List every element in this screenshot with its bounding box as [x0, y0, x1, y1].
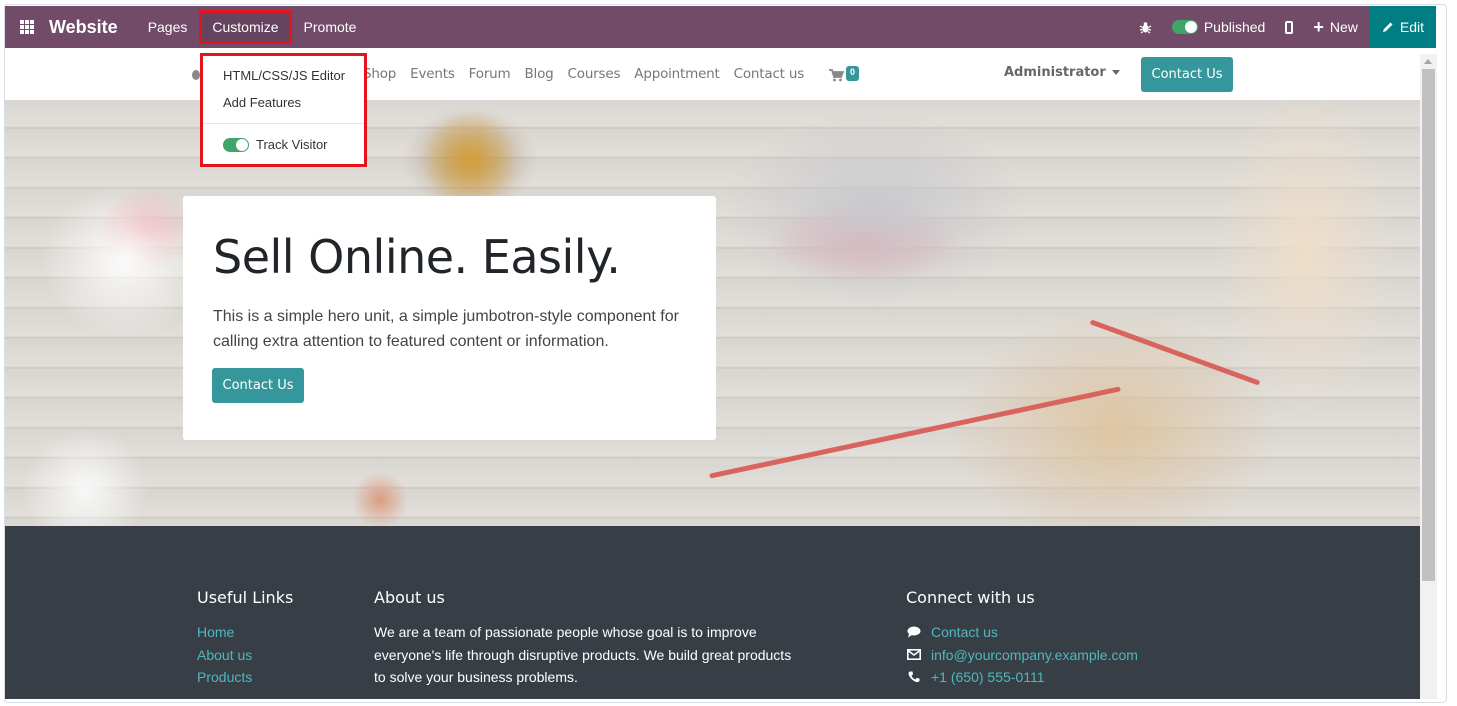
footer-about-title: About us — [374, 588, 445, 607]
user-menu[interactable]: Administrator — [1004, 65, 1120, 80]
footer-contact-us-link[interactable]: Contact us — [931, 621, 998, 644]
pencil-icon — [1382, 22, 1393, 32]
nav-events[interactable]: Events — [410, 66, 455, 82]
site-logo[interactable] — [192, 70, 200, 80]
nav-appointment[interactable]: Appointment — [634, 66, 720, 82]
debug-button[interactable] — [1129, 6, 1162, 48]
apps-grid-icon — [20, 20, 34, 34]
mobile-preview-button[interactable] — [1275, 6, 1303, 48]
footer-about-text: We are a team of passionate people whose… — [374, 624, 792, 685]
phone-icon — [906, 671, 922, 683]
nav-shop[interactable]: Shop — [363, 66, 396, 82]
footer-link-products[interactable]: Products — [197, 666, 293, 689]
hero-contact-us-button[interactable]: Contact Us — [212, 368, 304, 403]
menu-promote[interactable]: Promote — [292, 6, 369, 48]
nav-contact-us[interactable]: Contact us — [734, 66, 805, 82]
nav-courses[interactable]: Courses — [568, 66, 621, 82]
menu-item-add-features[interactable]: Add Features — [223, 95, 301, 110]
nav-blog[interactable]: Blog — [524, 66, 553, 82]
track-visitor-label: Track Visitor — [256, 137, 328, 152]
menu-pages[interactable]: Pages — [136, 6, 200, 48]
site-footer: Useful Links Home About us Products Abou… — [5, 526, 1420, 699]
nav-forum[interactable]: Forum — [469, 66, 511, 82]
published-toggle[interactable]: Published — [1162, 6, 1276, 48]
footer-connect-title: Connect with us — [906, 588, 1035, 607]
footer-link-home[interactable]: Home — [197, 621, 293, 644]
hero-card: Sell Online. Easily. This is a simple he… — [183, 196, 716, 440]
caret-down-icon — [1111, 70, 1120, 75]
website-nav: Shop Events Forum Blog Courses Appointme… — [363, 48, 818, 100]
header-contact-us-button[interactable]: Contact Us — [1141, 57, 1233, 92]
edit-button[interactable]: Edit — [1369, 6, 1436, 48]
track-visitor-switch[interactable] — [223, 137, 249, 152]
comment-icon — [906, 626, 922, 638]
envelope-icon — [906, 649, 922, 661]
mobile-icon — [1285, 20, 1294, 34]
footer-useful-links: Useful Links Home About us Products — [197, 588, 293, 689]
cart-link[interactable]: 0 — [829, 66, 860, 82]
footer-phone-link[interactable]: +1 (650) 555-0111 — [931, 666, 1045, 689]
published-switch[interactable] — [1171, 20, 1198, 34]
customize-dropdown: HTML/CSS/JS Editor Add Features Track Vi… — [200, 53, 367, 167]
footer-connect: Connect with us Contact us info@yourcomp… — [906, 588, 1138, 689]
shopping-cart-icon — [829, 69, 844, 82]
plus-icon: + — [1313, 17, 1324, 37]
hero-description: This is a simple hero unit, a simple jum… — [213, 308, 679, 350]
hero-image-decoration — [1089, 319, 1261, 386]
top-bar-right: Published + New Edit — [1129, 6, 1436, 48]
apps-menu-button[interactable] — [7, 6, 47, 48]
footer-link-about-us[interactable]: About us — [197, 644, 293, 667]
odoo-top-bar: Website Pages Customize Promote Publishe… — [5, 6, 1436, 48]
menu-divider — [203, 123, 364, 124]
menu-item-html-editor[interactable]: HTML/CSS/JS Editor — [223, 68, 345, 83]
footer-contact-item[interactable]: +1 (650) 555-0111 — [906, 666, 1138, 689]
scroll-up-arrow-icon[interactable] — [1424, 59, 1432, 64]
app-brand[interactable]: Website — [49, 17, 118, 38]
hero-title: Sell Online. Easily. — [213, 230, 621, 284]
track-visitor-toggle[interactable]: Track Visitor — [223, 137, 328, 152]
footer-contact-item[interactable]: info@yourcompany.example.com — [906, 644, 1138, 667]
published-label: Published — [1203, 19, 1266, 35]
menu-customize[interactable]: Customize — [199, 10, 292, 44]
hero-image-decoration — [709, 386, 1121, 479]
user-name: Administrator — [1004, 65, 1106, 80]
page-scrollbar[interactable] — [1420, 54, 1437, 699]
footer-about: About us We are a team of passionate peo… — [374, 588, 794, 689]
footer-contact-item[interactable]: Contact us — [906, 621, 1138, 644]
scrollbar-thumb[interactable] — [1422, 69, 1435, 581]
new-button[interactable]: + New — [1303, 6, 1368, 48]
edit-label: Edit — [1399, 19, 1424, 35]
new-label: New — [1329, 19, 1358, 35]
cart-count-badge: 0 — [846, 66, 860, 81]
bug-icon — [1139, 21, 1152, 33]
footer-useful-links-title: Useful Links — [197, 588, 294, 607]
footer-email-link[interactable]: info@yourcompany.example.com — [931, 644, 1138, 667]
